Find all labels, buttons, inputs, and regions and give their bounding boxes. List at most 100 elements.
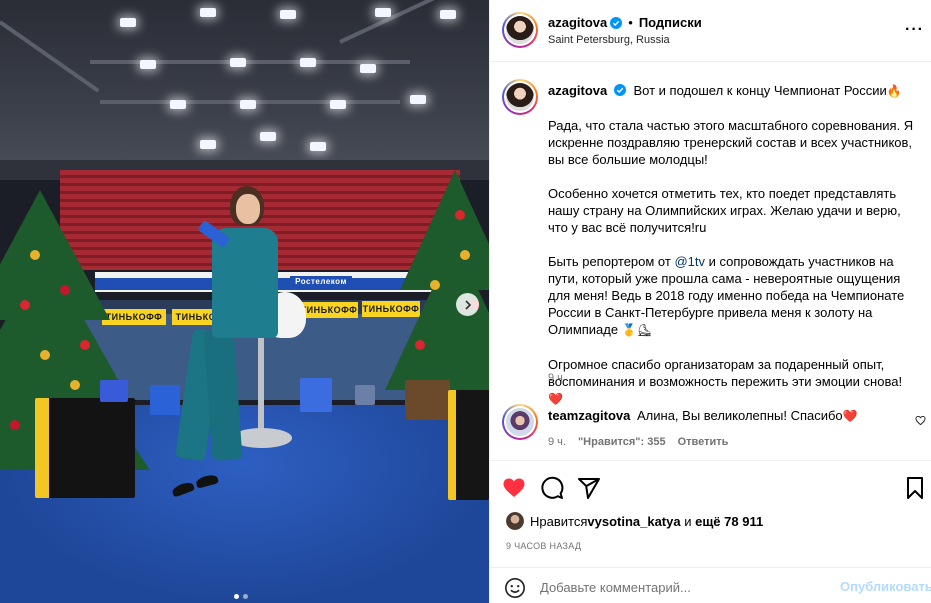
comment-input[interactable] — [540, 577, 830, 597]
caption-first-line: azagitova Вот и подошел к концу Чемпиона… — [548, 82, 920, 100]
post-photo[interactable]: ТИНЬКОФФ ТИНЬКОФФ ТИНЬКОФФ ТИНЬКОФФ Рост… — [0, 0, 489, 603]
gift-box — [405, 380, 450, 420]
caption-paragraph: Быть репортером от @1tv и сопровождать у… — [548, 253, 920, 339]
caption-text: Огромное спасибо организаторам за подаре… — [548, 357, 903, 389]
ornament — [455, 210, 465, 220]
avatar-photo — [506, 16, 534, 44]
ceiling-light — [200, 8, 216, 17]
post-location[interactable]: Saint Petersburg, Russia — [548, 34, 670, 46]
comment-like-heart-icon[interactable] — [915, 415, 926, 426]
caption-author-avatar[interactable] — [502, 79, 538, 115]
avatar-photo — [506, 512, 524, 530]
comment-time[interactable]: 9 ч. — [548, 436, 566, 448]
more-options-icon[interactable]: ··· — [905, 21, 924, 39]
post-timestamp[interactable]: 9 ЧАСОВ НАЗАД — [506, 541, 581, 551]
carousel-next-button[interactable] — [456, 293, 479, 316]
author-line: azagitova • Подписки — [548, 15, 702, 30]
ceiling-light — [140, 60, 156, 69]
likes-summary: Нравится vysotina_katya и ещё 78 911 — [506, 512, 763, 530]
person — [236, 194, 260, 224]
caption-paragraph: Особенно хочется отметить тех, кто поеде… — [548, 186, 901, 235]
instagram-post-view: ТИНЬКОФФ ТИНЬКОФФ ТИНЬКОФФ ТИНЬКОФФ Рост… — [0, 0, 931, 603]
carousel-indicator — [234, 594, 248, 599]
post-details-panel: azagitova • Подписки Saint Petersburg, R… — [489, 0, 931, 603]
ceiling-light — [360, 64, 376, 73]
arena-scene: ТИНЬКОФФ ТИНЬКОФФ ТИНЬКОФФ ТИНЬКОФФ Рост… — [0, 0, 489, 603]
ceiling-light — [230, 58, 246, 67]
mention-link[interactable]: @1tv — [674, 254, 705, 269]
ceiling-light — [120, 18, 136, 27]
caption-paragraph: Рада, что стала частью этого масштабного… — [548, 118, 914, 167]
heart-emoji: ❤️ — [548, 392, 563, 406]
gift-box — [100, 380, 128, 402]
heart-filled-icon[interactable] — [502, 476, 526, 500]
post-header: azagitova • Подписки Saint Petersburg, R… — [490, 0, 931, 62]
ornament — [60, 285, 70, 295]
liker-avatar[interactable] — [506, 512, 524, 530]
carousel-dot-active — [234, 594, 239, 599]
christmas-tree-right — [385, 240, 489, 390]
gift-box — [300, 378, 332, 412]
heart-emoji: ❤️ — [842, 409, 858, 423]
ornament — [30, 250, 40, 260]
ceiling-light — [170, 100, 186, 109]
ceiling-light — [375, 8, 391, 17]
ceiling-light — [200, 140, 216, 149]
sponsor-banner: Ростелеком — [290, 276, 352, 288]
commenter-avatar[interactable] — [502, 404, 538, 440]
separator-dot: • — [628, 15, 633, 30]
fire-emoji: 🔥 — [886, 84, 902, 98]
ceiling-light — [260, 132, 276, 141]
caption-text: Вот и подошел к концу Чемпионат России — [633, 83, 887, 98]
comment: teamzagitova Алина, Вы великолепны! Спас… — [548, 407, 898, 425]
ceiling-light — [330, 100, 346, 109]
post-caption: azagitova Вот и подошел к концу Чемпиона… — [548, 82, 920, 425]
ceiling-light — [310, 142, 326, 151]
ceiling-light — [410, 95, 426, 104]
post-actions-bar — [490, 460, 931, 510]
ceiling-light — [280, 10, 296, 19]
brand-banner: ТИНЬКОФФ — [300, 302, 358, 318]
publish-button[interactable]: Опубликовать — [840, 579, 931, 594]
gift-box — [355, 385, 375, 405]
ceiling-light — [300, 58, 316, 67]
bookmark-icon[interactable] — [903, 476, 927, 500]
comment-meta: 9 ч. "Нравится": 355 Ответить — [548, 436, 728, 448]
caption-author-username[interactable]: azagitova — [548, 83, 607, 98]
add-comment-bar: Опубликовать — [490, 567, 931, 603]
following-button[interactable]: Подписки — [639, 15, 702, 30]
gift-box — [150, 385, 180, 415]
ornament — [20, 300, 30, 310]
share-icon[interactable] — [577, 476, 601, 500]
ornament — [430, 280, 440, 290]
caption-time[interactable]: 9 ч. — [548, 372, 566, 384]
likes-prefix: Нравится — [530, 513, 588, 529]
reply-button[interactable]: Ответить — [678, 436, 729, 448]
comment-likes[interactable]: "Нравится": 355 — [578, 436, 666, 448]
caption-text: Быть репортером от — [548, 254, 675, 269]
liker-username[interactable]: vysotina_katya — [587, 514, 680, 529]
bar-stool — [258, 338, 264, 433]
commenter-username[interactable]: teamzagitova — [548, 408, 630, 423]
gift-box — [35, 398, 135, 498]
chevron-right-icon — [464, 299, 471, 310]
gift-box — [448, 390, 489, 500]
likes-middle: и — [680, 513, 696, 529]
medal-emoji: 🥇⛸ — [621, 323, 652, 337]
likes-count[interactable]: ещё 78 911 — [695, 514, 763, 529]
verified-badge-icon — [610, 16, 623, 29]
ornament — [70, 380, 80, 390]
arena-ceiling — [0, 0, 489, 175]
comment-text: Алина, Вы великолепны! Спасибо — [637, 408, 843, 423]
author-username[interactable]: azagitova — [548, 15, 607, 30]
avatar-photo — [506, 408, 534, 436]
emoji-icon[interactable] — [504, 577, 526, 599]
ceiling-light — [440, 10, 456, 19]
comment-icon[interactable] — [540, 476, 564, 500]
ornament — [80, 340, 90, 350]
verified-badge-icon — [613, 84, 626, 96]
ceiling-light — [240, 100, 256, 109]
ornament — [460, 250, 470, 260]
author-avatar[interactable] — [502, 12, 538, 48]
ornament — [10, 420, 20, 430]
